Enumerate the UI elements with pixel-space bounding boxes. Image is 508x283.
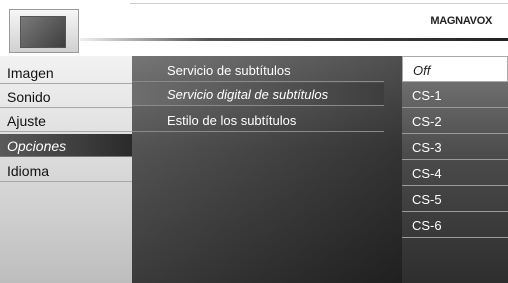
option-off[interactable]: Off <box>402 56 508 82</box>
submenu-item-servicio-digital-subtitulos[interactable]: Servicio digital de subtítulos <box>132 83 384 106</box>
brand-logo: MAGNAVOX <box>430 15 492 27</box>
menu-item-idioma[interactable]: Idioma <box>0 159 132 182</box>
header-divider-top <box>130 3 508 4</box>
option-cs-4[interactable]: CS-4 <box>402 160 508 186</box>
tv-icon <box>9 9 79 53</box>
menu-item-imagen[interactable]: Imagen <box>0 61 132 84</box>
menu-item-ajuste[interactable]: Ajuste <box>0 109 132 132</box>
menu-item-sonido[interactable]: Sonido <box>0 85 132 108</box>
option-cs-5[interactable]: CS-5 <box>402 186 508 212</box>
options-list: Off CS-1 CS-2 CS-3 CS-4 CS-5 CS-6 <box>402 56 508 283</box>
submenu-item-servicio-subtitulos[interactable]: Servicio de subtítulos <box>132 59 384 82</box>
option-cs-1[interactable]: CS-1 <box>402 82 508 108</box>
header-bar: MAGNAVOX <box>0 0 508 56</box>
menu-item-opciones[interactable]: Opciones <box>0 134 132 157</box>
option-cs-2[interactable]: CS-2 <box>402 108 508 134</box>
option-cs-6[interactable]: CS-6 <box>402 212 508 238</box>
header-divider-bottom <box>80 38 508 41</box>
menu-area: Imagen Sonido Ajuste Opciones Idioma Ser… <box>0 56 508 283</box>
main-menu: Imagen Sonido Ajuste Opciones Idioma <box>0 56 132 283</box>
option-cs-3[interactable]: CS-3 <box>402 134 508 160</box>
submenu-item-estilo-subtitulos[interactable]: Estilo de los subtítulos <box>132 109 384 132</box>
submenu: Servicio de subtítulos Servicio digital … <box>132 56 402 283</box>
tv-screen-shape <box>20 16 66 48</box>
